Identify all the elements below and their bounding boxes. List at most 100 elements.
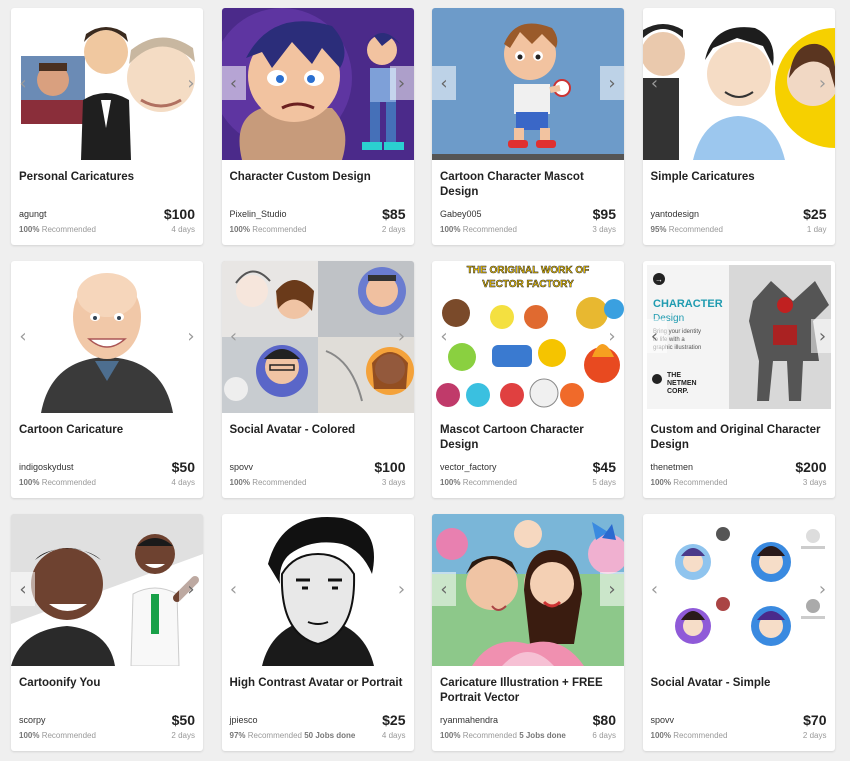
service-title[interactable]: Cartoon Character Mascot Design	[440, 170, 616, 200]
seller-name[interactable]: Gabey005	[440, 209, 482, 219]
service-title[interactable]: Mascot Cartoon Character Design	[440, 423, 616, 453]
thumbnail-carousel[interactable]: ‹ ›	[642, 8, 835, 160]
thumbnail-carousel[interactable]: ‹ ›	[432, 514, 624, 666]
delivery-days: 1 day	[806, 225, 827, 234]
seller-name[interactable]: agungt	[19, 209, 47, 219]
service-title[interactable]: Custom and Original Character Design	[651, 423, 827, 453]
seller-name[interactable]: jpiesco	[230, 715, 258, 725]
chevron-right-icon[interactable]: ›	[390, 319, 414, 353]
recommended-rate: 97% Recommended 50 Jobs done	[230, 731, 356, 740]
service-card[interactable]: ‹ › Social Avatar - Simple spovv $70 100…	[642, 514, 835, 751]
chevron-left-icon[interactable]: ‹	[432, 66, 456, 100]
chevron-right-icon[interactable]: ›	[389, 66, 414, 100]
thumbnail-image	[11, 261, 203, 413]
seller-name[interactable]: spovv	[651, 715, 675, 725]
thumbnail-carousel[interactable]: → CHARACTER Design Bring your identity t…	[642, 261, 835, 413]
chevron-right-icon[interactable]: ›	[179, 572, 203, 606]
recommended-percent: 100%	[229, 478, 250, 487]
service-card[interactable]: ‹ › Cartoon Character Mascot Design Gabe…	[432, 8, 624, 245]
service-card[interactable]: → CHARACTER Design Bring your identity t…	[642, 261, 835, 498]
thumbnail-image	[221, 514, 414, 666]
seller-name[interactable]: scorpy	[19, 715, 46, 725]
service-title[interactable]: Social Avatar - Colored	[230, 423, 406, 438]
chevron-right-icon[interactable]: ›	[600, 66, 624, 100]
seller-name[interactable]: indigoskydust	[19, 462, 74, 472]
price: $25	[382, 712, 406, 728]
delivery-days: 4 days	[171, 478, 195, 487]
chevron-right-icon[interactable]: ›	[179, 66, 203, 100]
service-title[interactable]: High Contrast Avatar or Portrait	[230, 676, 406, 691]
service-title[interactable]: Social Avatar - Simple	[651, 676, 827, 691]
thumbnail-image	[642, 8, 835, 160]
chevron-left-icon[interactable]: ‹	[432, 572, 456, 606]
chevron-left-icon[interactable]: ‹	[11, 66, 35, 100]
recommended-rate: 100% Recommended	[230, 225, 307, 234]
chevron-right-icon[interactable]: ›	[179, 319, 203, 353]
service-title[interactable]: Caricature Illustration + FREE Portrait …	[440, 676, 616, 706]
price: $100	[163, 206, 195, 222]
svg-text:NETMEN: NETMEN	[667, 380, 697, 387]
chevron-right-icon[interactable]: ›	[600, 572, 624, 606]
service-title[interactable]: Personal Caricatures	[19, 170, 195, 185]
delivery-days: 3 days	[802, 478, 827, 487]
svg-text:→: →	[655, 275, 663, 284]
service-card[interactable]: ‹ › Simple Caricatures yantodesign $25 9…	[642, 8, 835, 245]
recommended-label: Recommended	[252, 478, 307, 487]
service-card[interactable]: ‹ › Cartoon Caricature indigoskydust $50…	[11, 261, 203, 498]
thumbnail-image	[221, 261, 414, 413]
thumbnail-carousel[interactable]: ‹ ›	[221, 514, 414, 666]
thumbnail-carousel[interactable]: ‹ ›	[642, 514, 835, 666]
thumbnail-carousel[interactable]: ‹ ›	[221, 8, 414, 160]
chevron-left-icon[interactable]: ‹	[222, 319, 246, 353]
recommended-rate: 100% Recommended	[19, 225, 96, 234]
service-title[interactable]: Cartoonify You	[19, 676, 195, 691]
svg-text:CORP.: CORP.	[667, 388, 688, 395]
chevron-right-icon[interactable]: ›	[811, 572, 835, 606]
chevron-right-icon[interactable]: ›	[810, 319, 835, 353]
chevron-left-icon[interactable]: ‹	[11, 572, 35, 606]
thumbnail-carousel[interactable]: ‹ ›	[11, 261, 203, 413]
seller-name[interactable]: thenetmen	[651, 462, 694, 472]
delivery-days: 2 days	[802, 731, 827, 740]
service-card[interactable]: ‹ › Social Avatar - Colored spovv $100 1…	[221, 261, 414, 498]
recommended-rate: 100% Recommended	[651, 731, 728, 740]
seller-name[interactable]: yantodesign	[651, 209, 700, 219]
recommended-rate: 100% Recommended	[440, 225, 517, 234]
recommended-label: Recommended	[673, 731, 728, 740]
chevron-left-icon[interactable]: ‹	[221, 66, 246, 100]
thumbnail-carousel[interactable]: ‹ ›	[221, 261, 414, 413]
service-card[interactable]: ‹ › Cartoonify You scorpy $50 100% Recom…	[11, 514, 203, 751]
thumbnail-image: THE ORIGINAL WORK OF VECTOR FACTORY	[432, 261, 624, 413]
chevron-right-icon[interactable]: ›	[811, 66, 835, 100]
price: $70	[803, 712, 827, 728]
delivery-days: 5 days	[592, 478, 616, 487]
thumbnail-carousel[interactable]: ‹ ›	[11, 8, 203, 160]
seller-name[interactable]: vector_factory	[440, 462, 497, 472]
chevron-right-icon[interactable]: ›	[600, 319, 624, 353]
chevron-left-icon[interactable]: ‹	[222, 572, 246, 606]
service-card[interactable]: THE ORIGINAL WORK OF VECTOR FACTORY ‹ › …	[432, 261, 624, 498]
thumbnail-carousel[interactable]: ‹ ›	[432, 8, 624, 160]
chevron-left-icon[interactable]: ‹	[643, 66, 667, 100]
thumbnail-carousel[interactable]: THE ORIGINAL WORK OF VECTOR FACTORY ‹ ›	[432, 261, 624, 413]
chevron-left-icon[interactable]: ‹	[11, 319, 35, 353]
recommended-label: Recommended	[462, 731, 517, 740]
svg-text:THE: THE	[667, 372, 681, 379]
service-card[interactable]: ‹ › Character Custom Design Pixelin_Stud…	[221, 8, 414, 245]
seller-name[interactable]: spovv	[230, 462, 254, 472]
service-card[interactable]: ‹ › High Contrast Avatar or Portrait jpi…	[221, 514, 414, 751]
service-title[interactable]: Cartoon Caricature	[19, 423, 195, 438]
service-title[interactable]: Character Custom Design	[230, 170, 406, 185]
chevron-left-icon[interactable]: ‹	[432, 319, 456, 353]
thumbnail-image	[642, 514, 835, 666]
seller-name[interactable]: ryanmahendra	[440, 715, 498, 725]
price: $25	[803, 206, 827, 222]
chevron-left-icon[interactable]: ‹	[643, 572, 667, 606]
chevron-left-icon[interactable]: ‹	[642, 319, 667, 353]
seller-name[interactable]: Pixelin_Studio	[230, 209, 287, 219]
service-title[interactable]: Simple Caricatures	[651, 170, 827, 185]
service-card[interactable]: ‹ › Caricature Illustration + FREE Portr…	[432, 514, 624, 751]
chevron-right-icon[interactable]: ›	[390, 572, 414, 606]
service-card[interactable]: ‹ › Personal Caricatures agungt $100 100…	[11, 8, 203, 245]
thumbnail-carousel[interactable]: ‹ ›	[11, 514, 203, 666]
